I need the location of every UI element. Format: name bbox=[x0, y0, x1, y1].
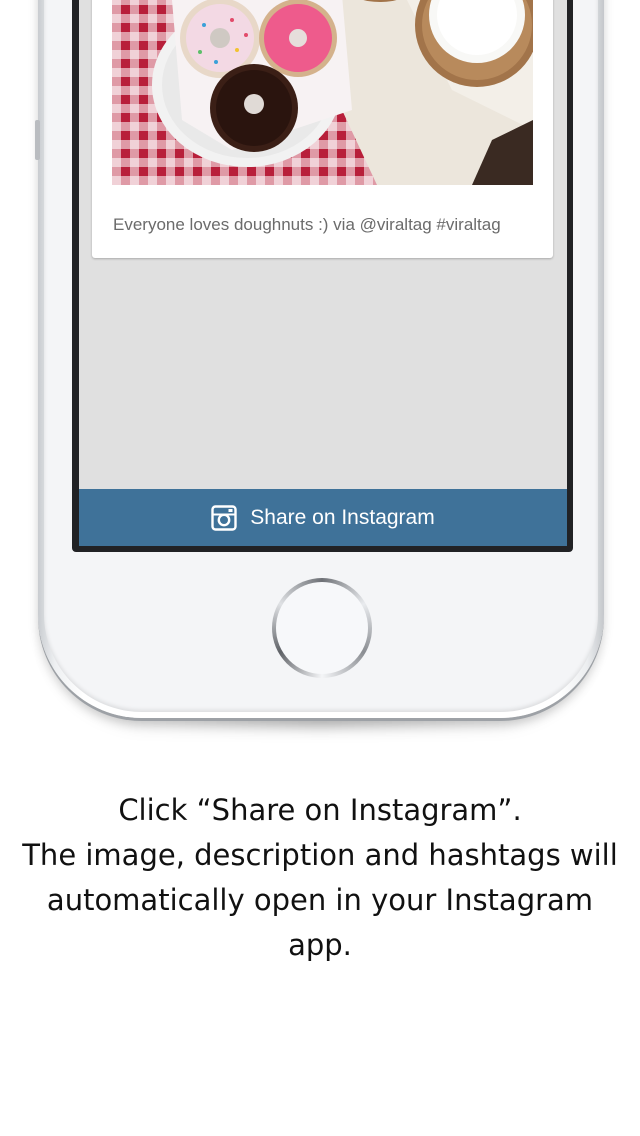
instruction-line: app. bbox=[288, 928, 352, 962]
phone-side-button bbox=[35, 120, 40, 160]
doughnuts-photo-illustration bbox=[152, 0, 533, 185]
post-photo bbox=[112, 0, 533, 185]
post-caption: Everyone loves doughnuts :) via @viralta… bbox=[113, 215, 501, 234]
home-button-face bbox=[276, 582, 368, 674]
instagram-camera-icon bbox=[211, 504, 237, 531]
instruction-line: The image, description and hashtags will bbox=[22, 838, 618, 872]
instruction-text: Click “Share on Instagram”. The image, d… bbox=[20, 788, 620, 968]
home-button[interactable] bbox=[272, 578, 372, 678]
instruction-line: Click “Share on Instagram”. bbox=[118, 793, 522, 827]
app-screen: Everyone loves doughnuts :) via @viralta… bbox=[79, 0, 567, 546]
instruction-line: automatically open in your Instagram bbox=[46, 883, 594, 917]
post-card: Everyone loves doughnuts :) via @viralta… bbox=[92, 0, 553, 258]
share-on-instagram-button[interactable]: Share on Instagram bbox=[79, 489, 567, 546]
share-button-label: Share on Instagram bbox=[250, 505, 435, 529]
